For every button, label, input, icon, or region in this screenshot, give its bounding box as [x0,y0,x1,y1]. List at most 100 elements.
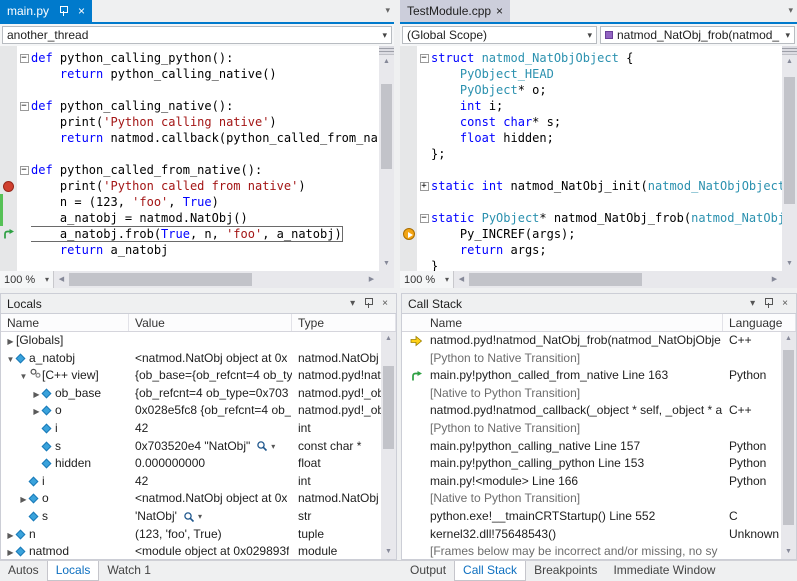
callstack-row[interactable]: main.py!python_calling_native Line 157Py… [402,438,781,456]
breakpoint-margin[interactable] [400,226,417,242]
scroll-up-icon[interactable]: ▲ [781,332,796,346]
callstack-row[interactable]: main.py!<module> Line 166Python [402,473,781,491]
scroll-right-icon[interactable]: ▶ [767,271,782,288]
pin-icon[interactable] [364,298,373,309]
breakpoint-margin[interactable] [400,82,417,98]
scroll-up-icon[interactable]: ▲ [379,55,394,69]
locals-row[interactable]: ▶[Globals] [1,332,381,350]
scroll-left-icon[interactable]: ◀ [54,271,69,288]
breakpoint-icon[interactable] [3,181,14,192]
code-line[interactable]: +static int natmod_NatObj_init(natmod_Na… [400,178,782,194]
vertical-scrollbar[interactable]: ▲ ▼ [379,46,394,271]
tree-expander-icon[interactable]: ▶ [5,527,16,544]
close-icon[interactable]: × [496,6,503,16]
tab-call-stack[interactable]: Call Stack [454,561,526,581]
scroll-track[interactable] [381,346,396,545]
scroll-down-icon[interactable]: ▼ [379,257,394,271]
code-line[interactable] [0,146,379,162]
code-line[interactable] [400,194,782,210]
code-line[interactable]: print('Python calling native') [0,114,379,130]
fold-margin[interactable] [417,162,431,178]
callstack-row[interactable]: [Native to Python Transition] [402,385,781,403]
code-line[interactable]: −def python_called_from_native(): [0,162,379,178]
fold-margin[interactable]: − [417,50,431,66]
window-menu-icon[interactable]: ▾ [746,298,759,309]
locals-row[interactable]: ▶o0x028e5fc8 {ob_refcnt=4 ob_natmod.pyd!… [1,402,381,420]
code-line[interactable]: return a_natobj [0,242,379,258]
breakpoint-margin[interactable] [400,178,417,194]
code-line[interactable]: a_natobj.frob(True, n, 'foo', a_natobj) [0,226,379,242]
breakpoint-margin[interactable] [0,146,17,162]
locals-row[interactable]: ▶ob_base{ob_refcnt=4 ob_type=0x703natmod… [1,385,381,403]
fold-toggle-icon[interactable]: − [420,54,429,63]
tab-watch-1[interactable]: Watch 1 [99,561,159,581]
locals-row[interactable]: s'NatObj'▾str [1,508,381,526]
code-line[interactable]: return args; [400,242,782,258]
scroll-thumb[interactable] [69,273,252,286]
tree-expander-icon[interactable]: ▶ [18,491,29,508]
scroll-track[interactable] [379,69,394,257]
close-icon[interactable]: × [78,6,85,16]
locals-row[interactable]: ▼a_natobj<natmod.NatObj object at 0xnatm… [1,350,381,368]
callstack-row[interactable]: natmod.pyd!natmod_callback(_object * sel… [402,402,781,420]
code-editor-testmodule-cpp[interactable]: −struct natmod_NatObjObject { PyObject_H… [400,46,782,271]
breakpoint-margin[interactable] [0,50,17,66]
code-line[interactable]: } [400,258,782,271]
vertical-scrollbar[interactable]: ▲ ▼ [782,46,797,271]
code-line[interactable]: n = (123, 'foo', True) [0,194,379,210]
fold-toggle-icon[interactable]: − [20,54,29,63]
breakpoint-margin[interactable] [400,162,417,178]
fold-margin[interactable] [417,146,431,162]
fold-margin[interactable] [417,82,431,98]
code-line[interactable]: −static PyObject* natmod_NatObj_frob(nat… [400,210,782,226]
close-icon[interactable]: × [778,298,792,309]
fold-margin[interactable] [17,130,31,146]
breakpoint-margin[interactable] [0,210,17,226]
thread-dropdown[interactable]: another_thread ▾ [2,26,392,44]
locals-row[interactable]: ▼[C++ view]{ob_base={ob_refcnt=4 ob_tyna… [1,367,381,385]
fold-margin[interactable]: − [17,98,31,114]
zoom-control[interactable]: 100 % ▾ [0,271,54,288]
locals-row[interactable]: s0x703520e4 "NatObj"▾const char * [1,438,381,456]
fold-toggle-icon[interactable]: − [20,166,29,175]
scroll-thumb[interactable] [784,77,795,205]
column-header-name[interactable]: Name [1,314,129,331]
locals-row[interactable]: i42int [1,420,381,438]
member-dropdown[interactable]: natmod_NatObj_frob(natmod_ ▾ [600,26,795,44]
code-line[interactable] [0,82,379,98]
locals-row[interactable]: ▶o<natmod.NatObj object at 0xnatmod.NatO… [1,490,381,508]
callstack-row[interactable]: main.py!python_called_from_native Line 1… [402,367,781,385]
scroll-thumb[interactable] [783,350,794,525]
horizontal-scrollbar[interactable]: 100 % ▾ ◀ ▶ [400,271,797,288]
pin-icon[interactable] [59,6,68,17]
breakpoint-margin[interactable] [0,98,17,114]
tab-overflow-icon[interactable]: ▾ [788,5,793,16]
tab-main-py[interactable]: main.py × [0,0,92,22]
fold-margin[interactable] [17,242,31,258]
fold-margin[interactable] [17,114,31,130]
scroll-thumb[interactable] [383,366,394,450]
scroll-down-icon[interactable]: ▼ [381,545,396,559]
code-line[interactable]: PyObject* o; [400,82,782,98]
callstack-row[interactable]: [Frames below may be incorrect and/or mi… [402,543,781,559]
tree-expander-icon[interactable]: ▶ [5,544,16,559]
splitter-grip[interactable] [782,46,797,55]
fold-margin[interactable] [417,98,431,114]
breakpoint-margin[interactable] [0,130,17,146]
breakpoint-margin[interactable] [400,258,417,271]
scroll-thumb[interactable] [381,84,392,169]
scroll-up-icon[interactable]: ▲ [381,332,396,346]
code-line[interactable]: a_natobj = natmod.NatObj() [0,210,379,226]
breakpoint-margin[interactable] [0,114,17,130]
code-line[interactable]: return python_calling_native() [0,66,379,82]
fold-toggle-icon[interactable]: + [420,182,429,191]
tree-expander-icon[interactable]: ▶ [31,386,42,403]
column-header-type[interactable]: Type [292,314,396,331]
callstack-row[interactable]: [Python to Native Transition] [402,350,781,368]
fold-margin[interactable]: − [417,210,431,226]
breakpoint-margin[interactable] [0,226,17,242]
tree-expander-icon[interactable]: ▶ [31,403,42,420]
fold-margin[interactable] [417,194,431,210]
tab-output[interactable]: Output [402,561,454,581]
locals-row[interactable]: i42int [1,473,381,491]
